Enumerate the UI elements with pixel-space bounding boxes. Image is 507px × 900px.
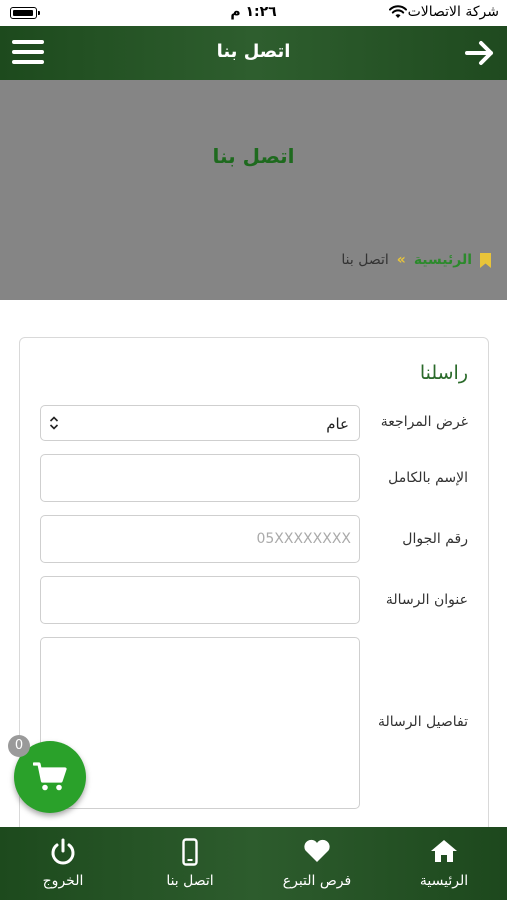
power-icon — [51, 838, 75, 865]
select-arrows-icon — [49, 416, 59, 430]
form-section-title: راسلنا — [419, 362, 468, 384]
tab-contact-label: اتصل بنا — [166, 873, 214, 889]
mobile-field[interactable]: 05XXXXXXXX — [40, 515, 360, 563]
breadcrumb: الرئيسية » اتصل بنا — [341, 252, 491, 268]
tab-donation-opportunities[interactable]: فرص التبرع — [254, 827, 380, 900]
hero-banner: اتصل بنا الرئيسية » اتصل بنا — [0, 80, 507, 300]
breadcrumb-home-link[interactable]: الرئيسية — [414, 252, 472, 268]
tab-contact-us[interactable]: اتصل بنا — [127, 827, 253, 900]
full-name-field[interactable] — [40, 454, 360, 502]
tab-donation-label: فرص التبرع — [282, 873, 352, 889]
app-header: اتصل بنا — [0, 26, 507, 80]
carrier-name: شركة الاتصالات — [407, 4, 499, 20]
bottom-tab-bar: الرئيسية فرص التبرع اتصل بنا الخروج — [0, 827, 507, 900]
tab-home-label: الرئيسية — [419, 873, 469, 889]
home-icon — [431, 840, 457, 862]
tab-logout[interactable]: الخروج — [0, 827, 126, 900]
details-textarea[interactable] — [40, 637, 360, 809]
purpose-label: غرض المراجعة — [380, 414, 468, 430]
tab-home[interactable]: الرئيسية — [381, 827, 507, 900]
back-button[interactable] — [464, 38, 496, 68]
details-label: تفاصيل الرسالة — [377, 714, 468, 730]
contact-form-card: راسلنا غرض المراجعة عام الإسم بالكامل رق… — [19, 337, 489, 857]
breadcrumb-current: اتصل بنا — [341, 252, 389, 268]
purpose-select[interactable]: عام — [40, 405, 360, 441]
purpose-select-value: عام — [326, 415, 349, 433]
breadcrumb-separator: » — [396, 252, 406, 268]
wifi-icon — [389, 5, 407, 18]
page-title: اتصل بنا — [216, 41, 291, 62]
shopping-cart-icon — [33, 762, 67, 791]
subject-label: عنوان الرسالة — [385, 592, 468, 608]
heart-icon — [304, 839, 330, 862]
mobile-label: رقم الجوال — [402, 531, 468, 547]
bookmark-icon — [480, 252, 491, 268]
arrow-right-icon — [465, 41, 493, 65]
cart-count-badge: 0 — [8, 735, 30, 757]
subject-field[interactable] — [40, 576, 360, 624]
hero-title: اتصل بنا — [212, 144, 295, 168]
full-name-label: الإسم بالكامل — [388, 470, 468, 486]
phone-icon — [182, 838, 198, 866]
tab-logout-label: الخروج — [42, 873, 84, 889]
status-bar: ١:٢٦ م شركة الاتصالات — [0, 0, 507, 26]
mobile-placeholder: 05XXXXXXXX — [256, 531, 351, 547]
